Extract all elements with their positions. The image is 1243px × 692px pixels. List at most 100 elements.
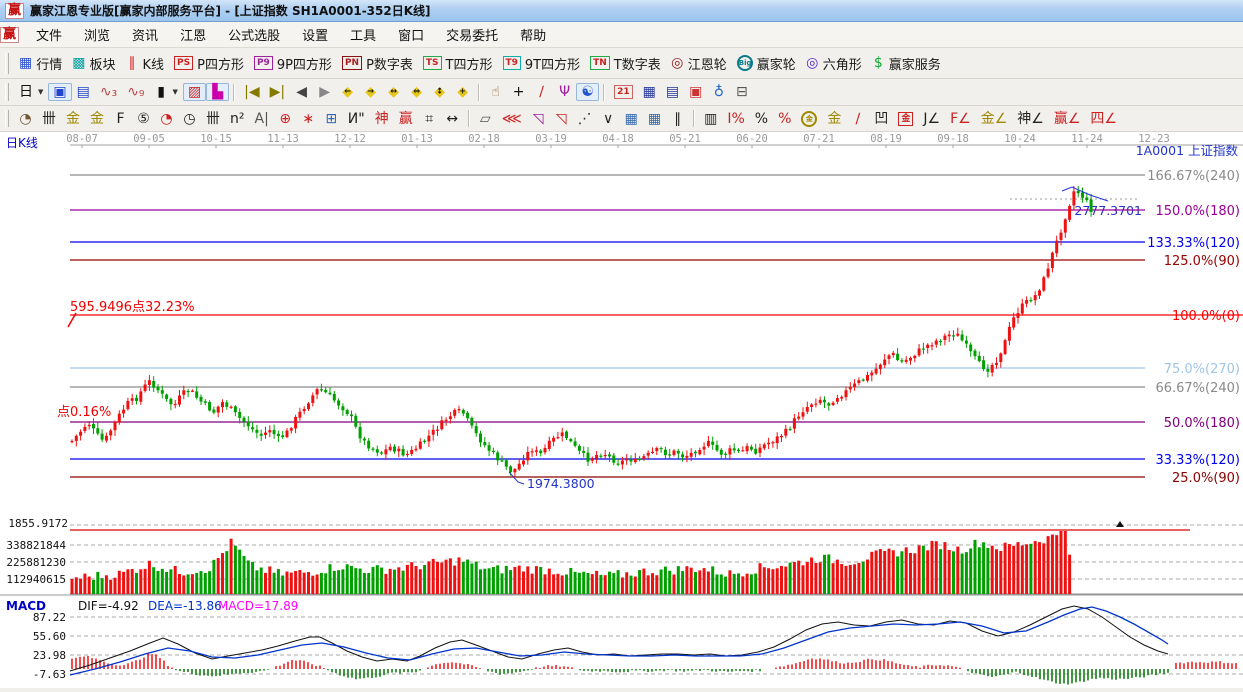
p-square-button[interactable]: PSP四方形 [169,52,249,75]
menu-item-file[interactable]: 文件 [25,22,73,47]
dip-tool-button[interactable]: 凹 [869,110,893,128]
red-compass-button[interactable]: ◔ [155,110,178,128]
calendar-button[interactable]: 21 [609,83,638,101]
time-clock-button[interactable]: ◷ [178,110,201,128]
n-squared-button[interactable]: n² [225,110,250,128]
spiral-5-button[interactable]: ⑤ [132,110,155,128]
grid-a-button[interactable]: ▦ [620,110,643,128]
square-tool-button[interactable]: ▱ [474,110,497,128]
menu-item-browse[interactable]: 浏览 [73,22,121,47]
winner-wheel-button[interactable]: Big赢家轮 [732,52,801,75]
menu-item-news[interactable]: 资讯 [121,22,169,47]
segment-tool-button[interactable]: ∕ [530,83,553,101]
wave-9-button[interactable]: ∿₉ [122,83,149,101]
fan-box-purple-button[interactable]: ◹ [527,110,550,128]
menu-item-gann[interactable]: 江恩 [169,22,217,47]
ying-angle-button[interactable]: 赢∠ [1049,110,1086,128]
percent-red-button[interactable]: % [773,110,796,128]
gann-gold-a-button[interactable]: 金 [61,110,85,128]
histogram-style-button[interactable]: ▙ [206,83,229,101]
compress-x-button[interactable]: ◆↔ [382,83,405,101]
t-square-button[interactable]: TST四方形 [418,52,498,75]
menu-item-window[interactable]: 窗口 [387,22,435,47]
network-button[interactable]: ♁ [707,83,730,101]
9t-square-button[interactable]: T99T四方形 [498,52,586,75]
zoom-right-button[interactable]: ◆→ [359,83,382,101]
protractor-button[interactable]: ◔ [14,110,37,128]
gann-wheel-button[interactable]: ◎江恩轮 [666,52,732,75]
p-number-table-button[interactable]: PNP数字表 [337,52,418,75]
notepad-button[interactable]: ▤ [661,83,684,101]
v-dotted-button[interactable]: ∨ [597,110,620,128]
column-percent-button[interactable]: ▥ [699,110,722,128]
gold-box-button[interactable]: 金 [893,110,918,128]
fan-lines-button[interactable]: ⋰ [573,110,597,128]
expand-x-button[interactable]: ◆⇔ [405,83,428,101]
gann-n-button[interactable]: И" [343,110,370,128]
crosshair-tool-button[interactable]: + [507,83,530,101]
red-pen-button[interactable]: ∕ [846,110,869,128]
ruler-123-button[interactable]: ⌗ [418,110,441,128]
calculator-button[interactable]: ▦ [638,83,661,101]
gann-gold-b-button[interactable]: 金 [85,110,109,128]
printer-button[interactable]: ⊟ [730,83,753,101]
fan-box-red-button[interactable]: ◹ [550,110,573,128]
chart-canvas[interactable]: 08-0709-0510-1511-1312-1201-1302-1803-19… [0,132,1243,688]
next-bar-button[interactable]: ▶ [313,83,336,101]
hash-ruler-2-button[interactable]: 卌 [201,110,225,128]
star-burst-button[interactable]: ∗ [297,110,320,128]
period-day-button[interactable]: 日▼ [14,83,48,101]
compress-y-button[interactable]: ◆↕ [428,83,451,101]
grid-star-button[interactable]: ⊞ [320,110,343,128]
fit-all-button[interactable]: ◆+ [451,83,474,101]
fan-red-button[interactable]: ⋘ [497,110,527,128]
shen-tool-button[interactable]: 神 [370,110,394,128]
save-floppy-button[interactable]: ▣ [684,83,707,101]
sectors-button[interactable]: ▩板块 [67,52,120,75]
f-angle-button[interactable]: F∠ [945,110,976,128]
menu-item-trade-entrust[interactable]: 交易委托 [435,22,509,47]
four-angle-button[interactable]: 四∠ [1085,110,1122,128]
last-page-button[interactable]: ▶| [265,83,290,101]
grid-b-button[interactable]: ▦ [643,110,666,128]
shen-angle-button[interactable]: 神∠ [1012,110,1049,128]
gold-circle-button[interactable]: 金 [796,109,822,129]
ying-tool-button[interactable]: 赢 [394,110,418,128]
zoom-left-button[interactable]: ◆← [336,83,359,101]
toolbar-drag-handle[interactable] [5,53,9,74]
hash-ruler-button[interactable]: 卌 [37,110,61,128]
hand-tool-button[interactable]: ☝ [484,83,507,101]
gann-marker-button[interactable]: Ψ [553,83,576,101]
toolbar-drag-handle[interactable] [5,83,9,101]
winner-service-button[interactable]: $赢家服务 [867,52,946,75]
f-grid-button[interactable]: F [109,110,132,128]
smart-analysis-button[interactable]: ☯ [576,83,599,101]
width-marker-button[interactable]: ↔ [441,110,464,128]
gold-angle-button[interactable]: 金∠ [976,110,1013,128]
percent-line-red-button[interactable]: Ⅰ% [722,110,749,128]
menu-item-formula-stock-pick[interactable]: 公式选股 [217,22,291,47]
pattern-red-button[interactable]: ▨ [183,83,206,101]
t-number-table-button[interactable]: TNT数字表 [585,52,666,75]
first-page-button[interactable]: |◀ [239,83,264,101]
mirror-axis-button[interactable]: A| [250,110,274,128]
toolbar-drag-handle[interactable] [5,110,9,128]
kline-button[interactable]: ∥K线 [121,52,170,75]
slash-lines-button[interactable]: ∥ [666,110,689,128]
menu-item-help[interactable]: 帮助 [509,22,557,47]
j-angle-button[interactable]: J∠ [918,110,945,128]
info-panel-button[interactable]: ▤ [72,83,95,101]
circle-cross-button[interactable]: ⊕ [274,110,297,128]
wave-3-button[interactable]: ∿₃ [95,83,122,101]
menu-item-settings[interactable]: 设置 [291,22,339,47]
hexagon-button[interactable]: ◎六角形 [801,52,867,75]
prev-bar-button[interactable]: ◀ [290,83,313,101]
9p-square-button[interactable]: P99P四方形 [249,52,337,75]
candle-body [707,441,710,446]
quotes-button[interactable]: ▦行情 [14,52,67,75]
chart-window-button[interactable]: ▣ [48,83,71,101]
menu-item-tools[interactable]: 工具 [339,22,387,47]
gold-line-button[interactable]: 金 [822,110,846,128]
candle-style-button[interactable]: ▮▼ [150,83,183,101]
percent-button[interactable]: % [750,110,773,128]
